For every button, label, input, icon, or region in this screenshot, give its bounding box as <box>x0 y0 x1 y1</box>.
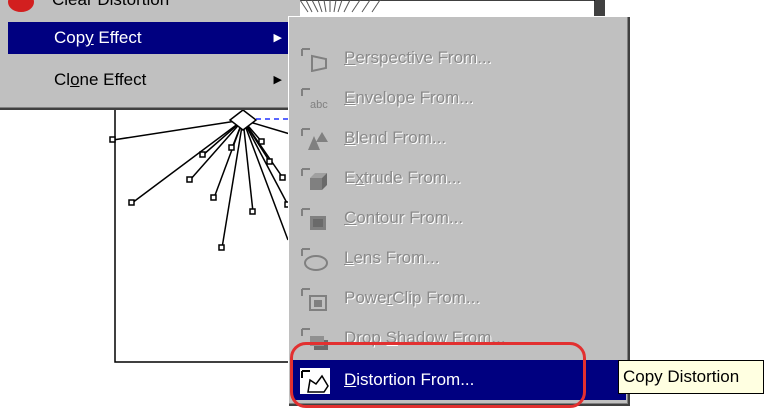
lens-icon <box>301 248 328 271</box>
menu-item-powerclip-from[interactable]: PowerClip From... <box>292 278 626 318</box>
submenu-arrow-icon: ▶ <box>273 74 282 86</box>
perspective-icon <box>301 48 327 72</box>
menu-item-label: Copy Effect <box>54 28 142 47</box>
menu-item-label: Envelope From... <box>344 88 474 107</box>
menu-item-lens-from[interactable]: Lens From... <box>292 238 626 278</box>
menu-item-clear-distortion[interactable]: Clear Distortion <box>0 0 300 16</box>
menu-item-label: Clear Distortion <box>52 0 169 10</box>
menu-item-label: Clone Effect <box>54 70 147 89</box>
menu-item-label: Perspective From... <box>344 48 492 67</box>
menu-item-label: Contour From... <box>344 208 464 227</box>
menu-item-copy-effect[interactable]: Copy Effect ▶ <box>8 22 290 54</box>
menu-item-perspective-from[interactable]: Perspective From... <box>292 38 626 78</box>
contour-icon <box>301 208 326 230</box>
menu-item-extrude-from[interactable]: Extrude From... <box>292 158 626 198</box>
menu-item-label: Blend From... <box>344 128 447 147</box>
svg-text:abc: abc <box>310 99 328 111</box>
envelope-icon: abc <box>301 88 328 111</box>
effects-menu: Copy Effect ▶ Clone Effect ▶ <box>0 16 294 110</box>
blend-icon <box>301 128 328 150</box>
tooltip: Copy Distortion <box>618 360 764 394</box>
menu-item-label: Extrude From... <box>344 168 462 187</box>
menu-item-blend-from[interactable]: Blend From... <box>292 118 626 158</box>
menu-item-label: PowerClip From... <box>344 288 481 307</box>
menu-item-label: Lens From... <box>344 248 440 267</box>
highlight-ring <box>290 342 586 408</box>
menu-item-contour-from[interactable]: Contour From... <box>292 198 626 238</box>
powerclip-icon <box>301 288 327 311</box>
extrude-icon <box>301 168 327 190</box>
menu-item-clone-effect[interactable]: Clone Effect ▶ <box>8 64 290 96</box>
clear-distortion-icon <box>8 0 34 12</box>
submenu-arrow-icon: ▶ <box>273 32 282 44</box>
menu-item-envelope-from[interactable]: abc Envelope From... <box>292 78 626 118</box>
